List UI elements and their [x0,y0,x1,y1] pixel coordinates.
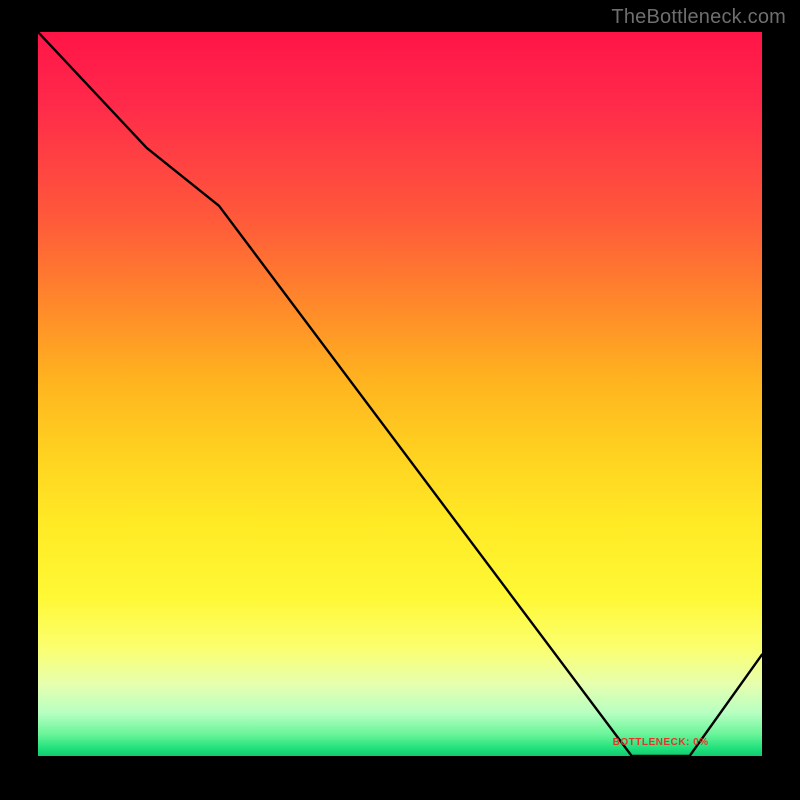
plot-area: BOTTLENECK: 0% [38,32,762,756]
bottleneck-curve [38,32,762,756]
bottleneck-annotation: BOTTLENECK: 0% [613,737,709,748]
watermark-text: TheBottleneck.com [611,6,786,29]
bottleneck-line-chart [38,32,762,756]
chart-frame: TheBottleneck.com BOTTLENECK: 0% [0,0,800,800]
